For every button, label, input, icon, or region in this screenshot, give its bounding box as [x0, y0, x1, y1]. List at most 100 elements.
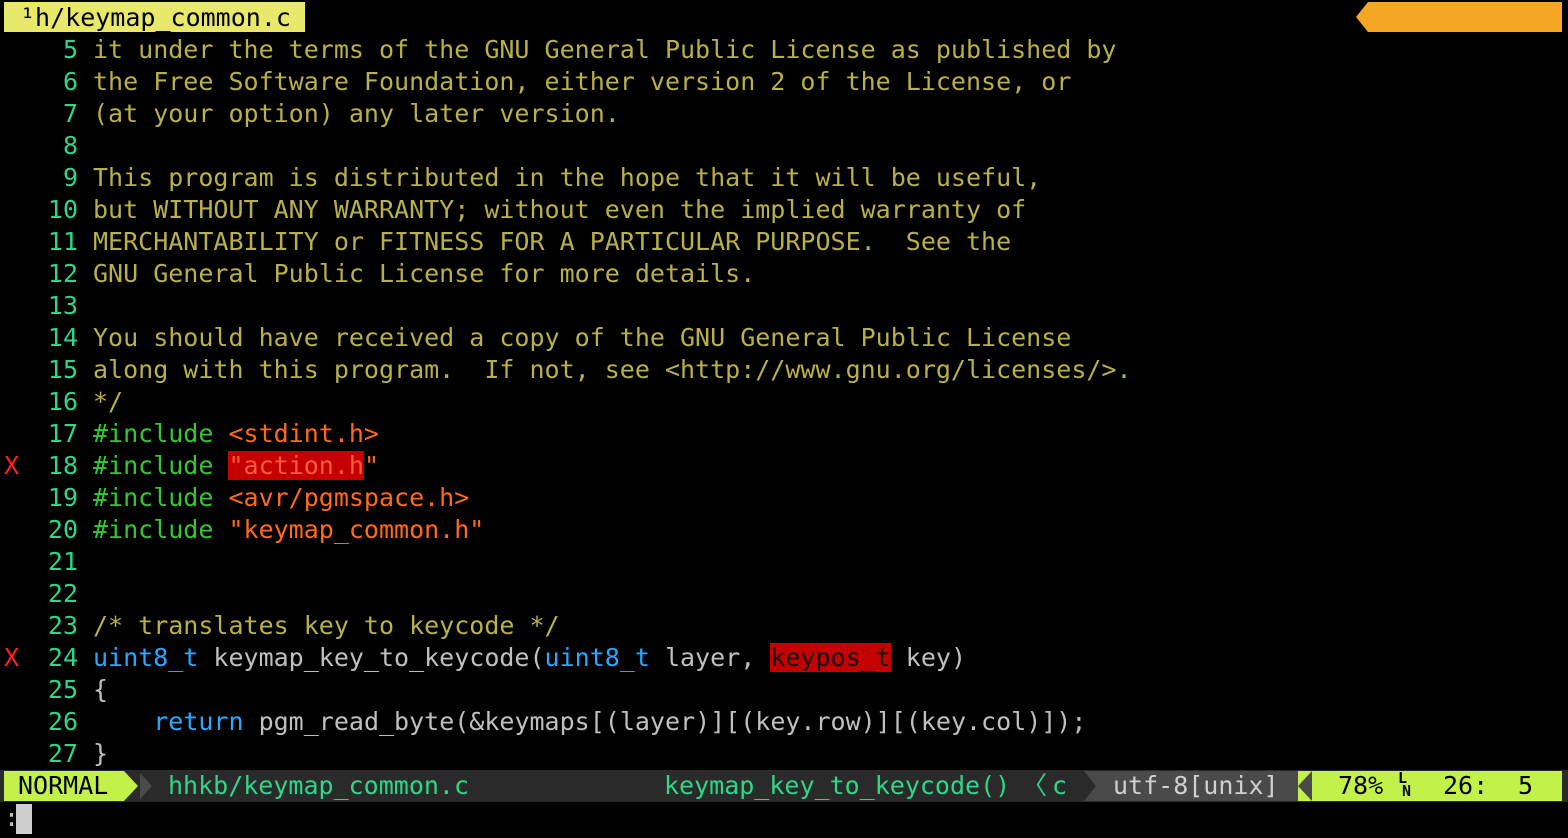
line-number: 24 — [47, 643, 78, 672]
code-token: it under the terms of the GNU General Pu… — [93, 35, 1117, 64]
editor-line[interactable]: 25 { — [0, 674, 1568, 706]
code-token: MERCHANTABILITY or FITNESS FOR A PARTICU… — [93, 227, 1012, 256]
line-number: 21 — [47, 547, 78, 576]
line-number: 9 — [62, 163, 78, 192]
editor-line[interactable]: 7 (at your option) any later version. — [0, 98, 1568, 130]
code-token: (at your option) any later version. — [93, 99, 620, 128]
code-text: MERCHANTABILITY or FITNESS FOR A PARTICU… — [93, 226, 1011, 258]
editor-line[interactable]: 16 */ — [0, 386, 1568, 418]
code-text: You should have received a copy of the G… — [93, 322, 1071, 354]
code-token: This program is distributed in the hope … — [93, 163, 1042, 192]
code-token: "keymap_common.h" — [228, 515, 485, 544]
buffers-label[interactable]: buffers — [1356, 2, 1562, 96]
code-token: "action.h — [228, 451, 364, 480]
code-text: */ — [93, 386, 123, 418]
code-token: the Free Software Foundation, either ver… — [93, 67, 1072, 96]
line-number: 26 — [47, 707, 78, 736]
code-token: } — [93, 739, 109, 768]
code-text: GNU General Public License for more deta… — [93, 258, 755, 290]
editor-line[interactable]: 17 #include <stdint.h> — [0, 418, 1568, 450]
code-token: uint8_t — [93, 643, 199, 672]
editor-line[interactable]: 15 along with this program. If not, see <… — [0, 354, 1568, 386]
editor-line[interactable]: 26 return pgm_read_byte(&keymaps[(layer)… — [0, 706, 1568, 738]
statusline-filetype: c — [1052, 771, 1068, 800]
editor-line[interactable]: 11 MERCHANTABILITY or FITNESS FOR A PARTI… — [0, 226, 1568, 258]
statusline-filename: hhkb/keymap_common.c — [168, 771, 470, 800]
code-text: but WITHOUT ANY WARRANTY; without even t… — [93, 194, 1026, 226]
code-text: { — [93, 674, 108, 706]
code-token: #include — [93, 515, 229, 544]
line-number: 18 — [47, 451, 78, 480]
code-token: You should have received a copy of the G… — [93, 323, 1072, 352]
line-number: 8 — [62, 131, 78, 160]
editor-line[interactable]: 22 — [0, 578, 1568, 610]
statusline: NORMAL hhkb/keymap_common.c keymap_key_t… — [0, 770, 1568, 802]
editor-line[interactable]: 23 /* translates key to keycode */ — [0, 610, 1568, 642]
code-token: <avr/pgmspace.h> — [228, 483, 470, 512]
editor-line[interactable]: 5 it under the terms of the GNU General P… — [0, 34, 1568, 66]
code-text: } — [93, 738, 108, 770]
command-line[interactable]: : — [0, 802, 1568, 838]
line-number-icon: LN — [1398, 769, 1412, 800]
code-token: #include — [93, 419, 229, 448]
code-token: layer, — [649, 643, 771, 672]
mode-indicator: NORMAL — [4, 771, 124, 801]
file-separator-arrow — [140, 773, 152, 799]
editor-line[interactable]: 12 GNU General Public License for more de… — [0, 258, 1568, 290]
line-number: 12 — [47, 259, 78, 288]
line-number: 13 — [47, 291, 78, 320]
code-token: pgm_read_byte(&keymaps[(layer)][(key.row… — [243, 707, 1087, 736]
editor-line[interactable]: 14 You should have received a copy of the… — [0, 322, 1568, 354]
code-token: key) — [890, 643, 967, 672]
editor-line[interactable]: 20 #include "keymap_common.h" — [0, 514, 1568, 546]
error-sign-icon: X — [4, 451, 20, 480]
code-text: (at your option) any later version. — [93, 98, 620, 130]
statusline-column: 5 — [1518, 771, 1534, 800]
buffers-separator-arrow — [1356, 2, 1369, 32]
line-number: 23 — [47, 611, 78, 640]
code-text: #include "action.h" — [93, 450, 379, 482]
code-text: /* translates key to keycode */ — [93, 610, 560, 642]
line-number: 25 — [47, 675, 78, 704]
statusline-function: keymap_key_to_keycode() — [664, 771, 1011, 800]
code-text: along with this program. If not, see <ht… — [93, 354, 1132, 386]
code-token: keymap_key_to_keycode( — [198, 643, 545, 672]
text-cursor — [16, 804, 32, 834]
code-token: return — [153, 707, 244, 736]
statusline-line: 26: — [1443, 771, 1489, 800]
editor-line[interactable]: 10 but WITHOUT ANY WARRANTY; without even… — [0, 194, 1568, 226]
line-number: 22 — [47, 579, 78, 608]
line-number: 16 — [47, 387, 78, 416]
editor-line[interactable]: 19 #include <avr/pgmspace.h> — [0, 482, 1568, 514]
code-text: return pgm_read_byte(&keymaps[(layer)][(… — [93, 706, 1086, 738]
editor-line[interactable]: 13 — [0, 290, 1568, 322]
editor-buffer[interactable]: 5 it under the terms of the GNU General P… — [0, 34, 1568, 770]
code-token: but WITHOUT ANY WARRANTY; without even t… — [93, 195, 1027, 224]
editor-line[interactable]: 8 — [0, 130, 1568, 162]
line-number: 10 — [47, 195, 78, 224]
chevron-left-icon: 〈 — [1022, 771, 1048, 800]
editor-line[interactable]: 27} — [0, 738, 1568, 770]
editor-line[interactable]: X 18 #include "action.h" — [0, 450, 1568, 482]
tab-active-buffer[interactable]: ¹h/keymap_common.c — [4, 2, 305, 32]
editor-line[interactable]: 6 the Free Software Foundation, either ve… — [0, 66, 1568, 98]
editor-line[interactable]: 9 This program is distributed in the hope… — [0, 162, 1568, 194]
code-token: uint8_t — [544, 643, 650, 672]
line-number: 6 — [62, 67, 78, 96]
code-token: #include — [93, 483, 229, 512]
statusline-encoding: utf-8[unix] — [1113, 771, 1279, 800]
line-number: 15 — [47, 355, 78, 384]
line-number: 20 — [47, 515, 78, 544]
code-token: */ — [93, 387, 124, 416]
encoding-separator-arrow — [1084, 771, 1096, 801]
code-token: along with this program. If not, see <ht… — [93, 355, 1132, 384]
editor-line[interactable]: 21 — [0, 546, 1568, 578]
line-number: 17 — [47, 419, 78, 448]
code-text: #include "keymap_common.h" — [93, 514, 484, 546]
code-text: This program is distributed in the hope … — [93, 162, 1041, 194]
code-token: " — [363, 451, 379, 480]
line-number: 5 — [62, 35, 78, 64]
editor-line[interactable]: X 24 uint8_t keymap_key_to_keycode(uint8_t… — [0, 642, 1568, 674]
code-token: keypos_t — [770, 643, 891, 672]
